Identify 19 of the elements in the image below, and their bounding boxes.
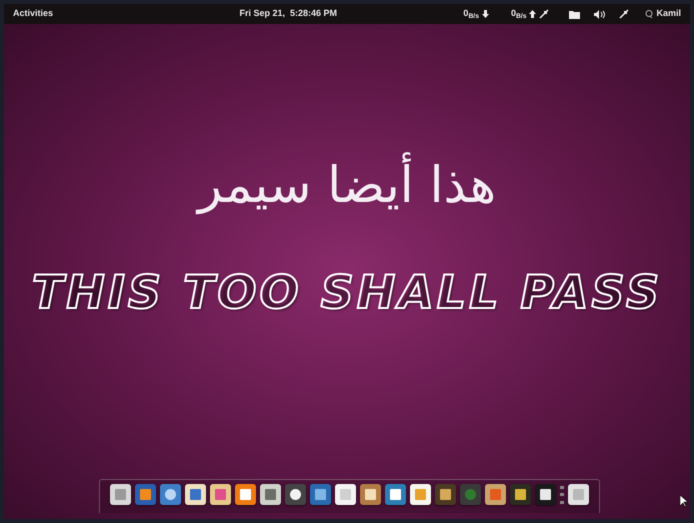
wallpaper-arabic-text: هذا أيضا سيمر [198,148,496,223]
download-arrow-icon [482,10,489,18]
lens-icon[interactable] [460,484,480,505]
wallpaper-english-text: THIS TOO SHALL PASS [32,269,662,315]
folder-icon[interactable] [569,10,580,18]
plug-icon[interactable] [619,9,630,19]
volume-icon[interactable] [594,10,606,18]
activities-button[interactable]: Activities [13,7,54,21]
document-icon[interactable] [334,484,356,505]
clock[interactable]: Fri Sep 21, 5:28:46 PM [239,7,337,21]
upload-arrow-icon [529,10,536,18]
circle-letter-icon[interactable] [284,484,306,505]
user-name[interactable]: Kamil [656,7,681,21]
download-speed: 0$_{B/s}$ [463,7,479,21]
mouse-pointer-icon [680,495,688,507]
plug-icon[interactable] [539,9,550,19]
upload-speed: 0$_{B/s}$ [510,7,526,21]
dock-separator [560,486,564,504]
rss-icon[interactable] [234,484,256,505]
